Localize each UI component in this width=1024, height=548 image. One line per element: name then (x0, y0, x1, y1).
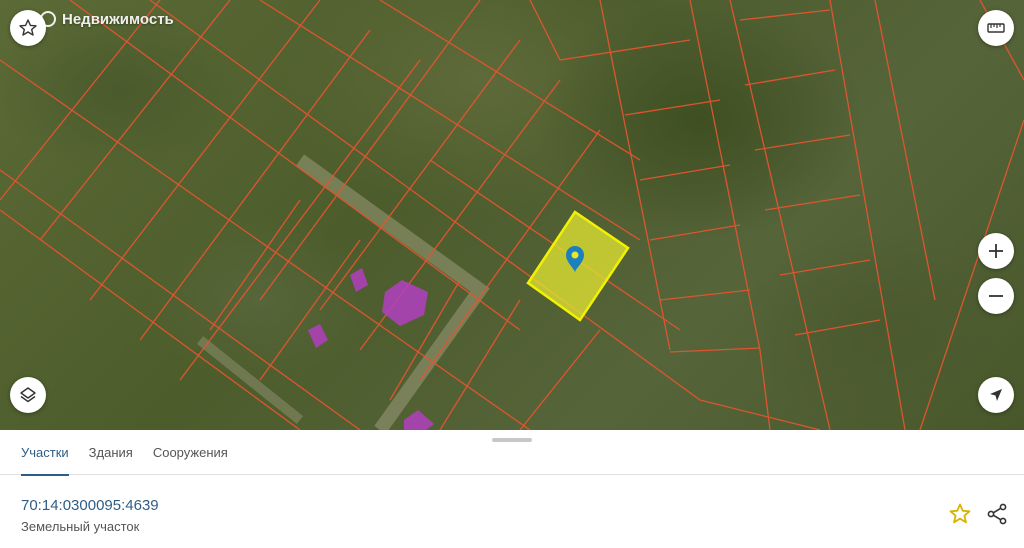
parcel-boundaries (0, 0, 1024, 430)
object-type-tabs: Участки Здания Сооружения (0, 442, 1024, 476)
layers-icon (20, 387, 36, 403)
add-favorite-button[interactable] (948, 502, 972, 526)
locate-button[interactable] (978, 377, 1014, 413)
ruler-button[interactable] (978, 10, 1014, 46)
brand: Недвижимость (40, 9, 174, 29)
dirt-road-branch (196, 336, 304, 424)
tab-structures[interactable]: Сооружения (153, 442, 228, 475)
minus-icon (989, 295, 1003, 297)
object-type-label: Земельный участок (21, 519, 140, 534)
tab-parcels[interactable]: Участки (21, 442, 69, 476)
tab-buildings[interactable]: Здания (89, 442, 133, 475)
plus-icon (989, 244, 1003, 258)
brand-logo-icon (40, 11, 56, 27)
zoom-in-button[interactable] (978, 233, 1014, 269)
navigation-arrow-icon (990, 389, 1002, 401)
bottom-sheet: Участки Здания Сооружения 70:14:0300095:… (0, 430, 1024, 548)
ruler-icon (987, 23, 1005, 33)
star-icon (949, 503, 971, 524)
cadastral-number[interactable]: 70:14:0300095:4639 (21, 497, 159, 515)
satellite-map[interactable]: Недвижимость (0, 0, 1024, 430)
parcel-result[interactable]: 70:14:0300095:4639 Земельный участок (21, 497, 159, 534)
share-button[interactable] (985, 502, 1009, 526)
brand-label: Недвижимость (62, 10, 174, 28)
layers-button[interactable] (10, 377, 46, 413)
share-icon (987, 503, 1007, 525)
zoom-out-button[interactable] (978, 278, 1014, 314)
star-outline-icon (19, 19, 37, 36)
cadastral-overlay (0, 0, 1024, 430)
